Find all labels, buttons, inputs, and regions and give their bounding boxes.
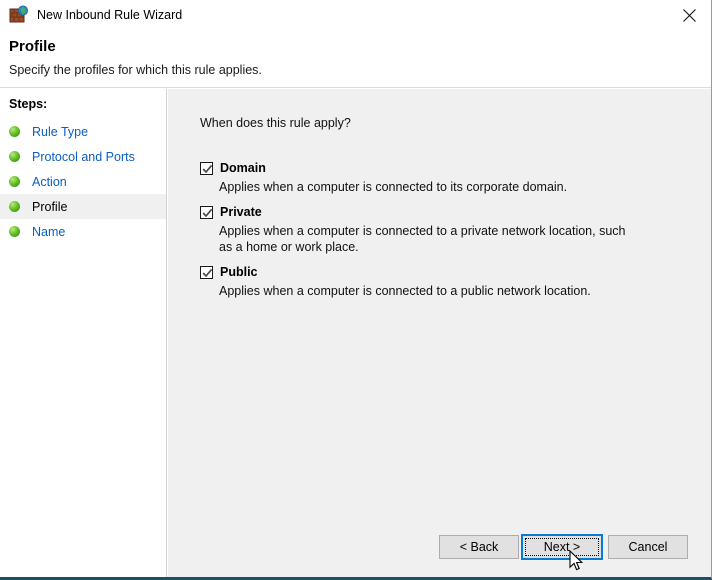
- sidebar-item-name[interactable]: Name: [0, 219, 166, 244]
- page-subtitle: Specify the profiles for which this rule…: [9, 63, 262, 77]
- cancel-button[interactable]: Cancel: [608, 535, 688, 559]
- sidebar-item-label: Rule Type: [32, 124, 89, 139]
- firewall-globe-icon: [9, 5, 29, 25]
- button-bar: < Back Next > Cancel: [168, 524, 711, 577]
- profile-option-row[interactable]: Public: [168, 265, 711, 279]
- profile-option: Public Applies when a computer is connect…: [168, 265, 711, 299]
- wizard-header: Profile Specify the profiles for which t…: [0, 30, 711, 88]
- checkbox-public[interactable]: [200, 266, 213, 279]
- steps-list: Rule Type Protocol and Ports Action Profile…: [0, 119, 166, 244]
- sidebar-item-label: Profile: [32, 199, 68, 214]
- sidebar-item-label: Action: [32, 174, 67, 189]
- step-bullet-icon: [9, 201, 20, 212]
- sidebar-item-label: Protocol and Ports: [32, 149, 135, 164]
- window-title: New Inbound Rule Wizard: [37, 8, 183, 22]
- title-bar: New Inbound Rule Wizard: [0, 0, 711, 30]
- sidebar-item-action[interactable]: Action: [0, 169, 166, 194]
- step-bullet-icon: [9, 126, 20, 137]
- profile-option: Private Applies when a computer is connec…: [168, 205, 711, 255]
- profile-option: Domain Applies when a computer is connect…: [168, 161, 711, 195]
- step-bullet-icon: [9, 226, 20, 237]
- checkbox-description: Applies when a computer is connected to …: [219, 284, 591, 298]
- profile-option-row[interactable]: Private: [168, 205, 711, 219]
- profile-options-group: Domain Applies when a computer is connect…: [168, 161, 711, 309]
- sidebar-item-profile[interactable]: Profile: [0, 194, 166, 219]
- checkbox-description: Applies when a computer is connected to …: [219, 180, 568, 194]
- wizard-window: New Inbound Rule Wizard Profile Specify …: [0, 0, 712, 580]
- steps-heading: Steps:: [9, 97, 48, 111]
- checkbox-label: Public: [220, 265, 258, 279]
- checkbox-private[interactable]: [200, 206, 213, 219]
- sidebar-item-protocol-and-ports[interactable]: Protocol and Ports: [0, 144, 166, 169]
- checkbox-domain[interactable]: [200, 162, 213, 175]
- sidebar-item-rule-type[interactable]: Rule Type: [0, 119, 166, 144]
- next-button-label: Next >: [543, 540, 581, 554]
- close-icon[interactable]: [667, 0, 711, 30]
- main-panel: When does this rule apply? Domain Applies…: [168, 89, 711, 524]
- back-button[interactable]: < Back: [439, 535, 519, 559]
- checkbox-description: Applies when a computer is connected to …: [219, 224, 626, 254]
- checkbox-label: Domain: [220, 161, 266, 175]
- question-label: When does this rule apply?: [200, 116, 351, 130]
- step-bullet-icon: [9, 176, 20, 187]
- checkbox-label: Private: [220, 205, 262, 219]
- sidebar-item-label: Name: [32, 224, 66, 239]
- profile-option-row[interactable]: Domain: [168, 161, 711, 175]
- page-title: Profile: [9, 38, 56, 55]
- step-bullet-icon: [9, 151, 20, 162]
- next-button[interactable]: Next >: [521, 534, 603, 560]
- steps-sidebar: Steps: Rule Type Protocol and Ports Action…: [0, 89, 167, 577]
